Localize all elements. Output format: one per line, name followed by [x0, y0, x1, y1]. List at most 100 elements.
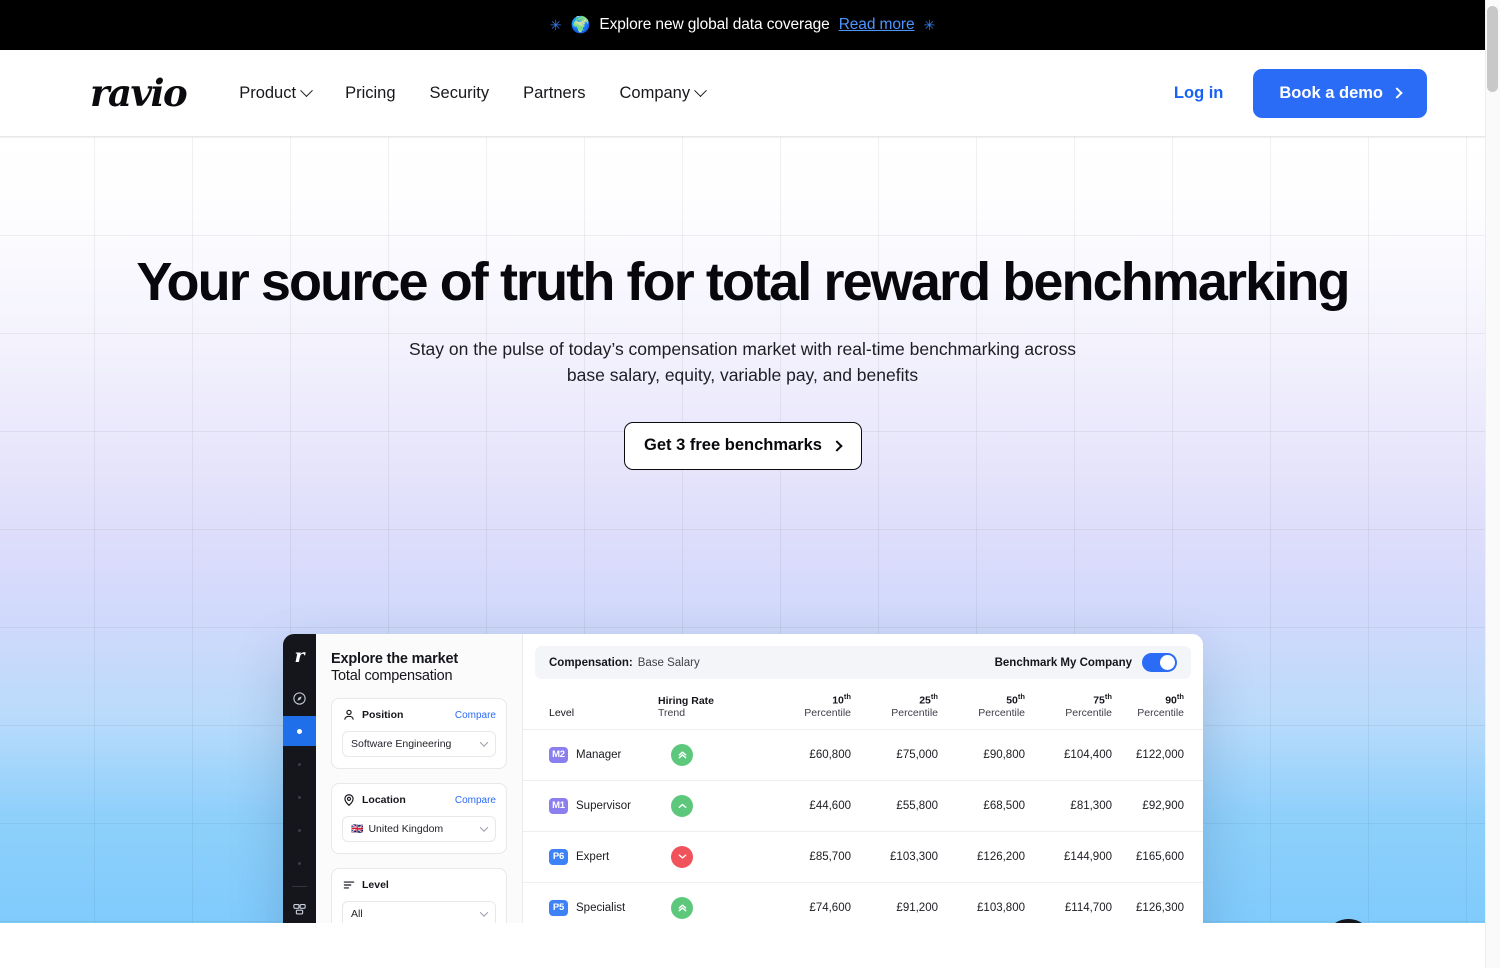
filter-lines-icon	[342, 878, 356, 892]
trend-up-double-icon	[671, 743, 693, 766]
table-toolbar: Compensation: Base Salary Benchmark My C…	[535, 646, 1191, 679]
location-select[interactable]: 🇬🇧 United Kingdom	[342, 816, 496, 842]
column-header-p10: 10th Percentile	[768, 684, 855, 730]
location-pin-icon	[342, 793, 356, 807]
nav-item-company[interactable]: Company	[619, 83, 707, 103]
rail-grid-icon[interactable]	[283, 894, 316, 923]
hero-section: Your source of truth for total reward be…	[0, 137, 1485, 923]
person-icon	[342, 708, 356, 722]
column-header-p75: 75th Percentile	[1029, 684, 1116, 730]
nav-item-label: Company	[619, 83, 691, 102]
column-header-line1: 10th	[832, 692, 851, 707]
rail-item-3[interactable]	[283, 782, 316, 812]
chevron-down-icon	[479, 738, 489, 747]
app-logo-icon: r	[294, 645, 305, 667]
rail-item-active[interactable]	[283, 716, 316, 746]
cell-p10: £60,800	[768, 729, 855, 781]
filter-compare-link[interactable]: Compare	[455, 710, 496, 721]
cell-p75: £144,900	[1029, 831, 1116, 883]
product-screenshot-mockup: r •••••	[283, 634, 1203, 923]
nav-links: Product Pricing Security Partners Compan…	[239, 83, 707, 103]
cell-p25: £75,000	[855, 729, 942, 781]
column-header-p50: 50th Percentile	[942, 684, 1029, 730]
column-header-line2: Trend	[658, 706, 686, 719]
benchmark-toggle-group: Benchmark My Company	[995, 653, 1177, 672]
cell-p10: £44,600	[768, 780, 855, 832]
chevron-down-icon	[479, 908, 489, 917]
cell-p25: £55,800	[855, 780, 942, 832]
level-name: Supervisor	[576, 799, 631, 812]
announcement-bar: ✳ 🌍 Explore new global data coverage Rea…	[0, 0, 1485, 50]
cell-p50: £103,800	[942, 882, 1029, 923]
level-select[interactable]: All	[342, 901, 496, 923]
page-scrollbar-track[interactable]	[1485, 0, 1500, 968]
rail-item-5[interactable]	[283, 848, 316, 878]
filter-card-position: Position Compare Software Engineering	[331, 698, 507, 769]
nav-item-partners[interactable]: Partners	[523, 84, 585, 103]
chevron-right-icon	[831, 440, 843, 452]
position-select-value: Software Engineering	[351, 738, 452, 750]
app-icon-rail: r •••••	[283, 634, 316, 923]
get-free-benchmarks-button[interactable]: Get 3 free benchmarks	[623, 421, 862, 470]
level-name: Specialist	[576, 901, 626, 914]
cell-hiring-rate-trend	[658, 729, 768, 781]
panel-title: Explore the market	[331, 651, 458, 667]
book-a-demo-button[interactable]: Book a demo	[1253, 68, 1427, 118]
filter-header: Location Compare	[342, 793, 496, 807]
hero-subtitle-line-1: Stay on the pulse of today’s compensatio…	[409, 338, 1076, 359]
cell-p75: £104,400	[1029, 729, 1116, 781]
nav-item-pricing[interactable]: Pricing	[345, 84, 395, 103]
level-badge: M1	[549, 797, 568, 814]
nav-item-security[interactable]: Security	[430, 84, 490, 103]
main-navigation: ravio Product Pricing Security Partners …	[0, 50, 1485, 137]
location-select-value: United Kingdom	[368, 823, 444, 835]
column-header-level: Level	[523, 684, 658, 730]
cell-p50: £90,800	[942, 729, 1029, 781]
filter-compare-link[interactable]: Compare	[455, 795, 496, 806]
table-row[interactable]: P5 Specialist £74,600 £91,200 £103,800 £114,7…	[523, 882, 1203, 923]
level-badge: M2	[549, 746, 568, 763]
sparkle-right-icon: ✳	[923, 17, 936, 33]
ravio-logo[interactable]: ravio	[90, 74, 188, 112]
table-row[interactable]: P6 Expert £85,700 £103,300 £126,200 £144,900 £…	[523, 831, 1203, 883]
benchmark-my-company-toggle[interactable]	[1142, 653, 1177, 672]
compensation-selector[interactable]: Compensation: Base Salary	[549, 657, 705, 669]
table-row[interactable]: M1 Supervisor £44,600 £55,800 £68,500 £81,300…	[523, 780, 1203, 832]
cell-p10: £74,600	[768, 882, 855, 923]
read-more-link[interactable]: Read more	[839, 16, 915, 34]
hero-subtitle-line-2: base salary, equity, variable pay, and b…	[566, 365, 919, 386]
level-badge: P5	[549, 899, 568, 916]
column-header-hiring-rate: Hiring Rate Trend	[658, 684, 768, 730]
globe-icon: 🌍	[570, 17, 591, 34]
cell-p90: £122,000	[1116, 729, 1203, 781]
hero-cta-label: Get 3 free benchmarks	[644, 436, 822, 455]
cell-hiring-rate-trend	[658, 780, 768, 832]
rail-compass-icon[interactable]	[283, 683, 316, 713]
nav-item-label: Pricing	[345, 83, 396, 102]
trend-up-double-icon	[671, 896, 693, 919]
position-select[interactable]: Software Engineering	[342, 731, 496, 757]
login-link[interactable]: Log in	[1174, 84, 1223, 103]
chevron-down-icon	[300, 83, 313, 97]
nav-actions: Log in Book a demo	[1174, 68, 1427, 118]
nav-item-product[interactable]: Product	[239, 83, 313, 103]
panel-subtitle: Total compensation	[331, 668, 453, 684]
cell-p50: £68,500	[942, 780, 1029, 832]
cell-p75: £81,300	[1029, 780, 1116, 832]
filter-header: Position Compare	[342, 708, 496, 722]
table-row[interactable]: M2 Manager £60,800 £75,000 £90,800 £104,400 £1…	[523, 729, 1203, 781]
column-header-p25: 25th Percentile	[855, 684, 942, 730]
hero-content: Your source of truth for total reward be…	[0, 254, 1485, 470]
page-root: ✳ 🌍 Explore new global data coverage Rea…	[0, 0, 1500, 968]
column-header-line1: 25th	[919, 692, 938, 707]
benchmark-table-area: Compensation: Base Salary Benchmark My C…	[523, 634, 1203, 923]
filter-label: Location	[362, 794, 406, 806]
rail-item-4[interactable]	[283, 815, 316, 845]
page-scrollbar-thumb[interactable]	[1487, 6, 1498, 92]
column-header-line1: 75th	[1093, 692, 1112, 707]
rail-item-2[interactable]	[283, 749, 316, 779]
uk-flag-icon: 🇬🇧	[351, 823, 364, 835]
filter-label: Position	[362, 709, 404, 721]
benchmark-toggle-label: Benchmark My Company	[994, 656, 1132, 669]
column-header-line2: Percentile	[891, 706, 938, 719]
